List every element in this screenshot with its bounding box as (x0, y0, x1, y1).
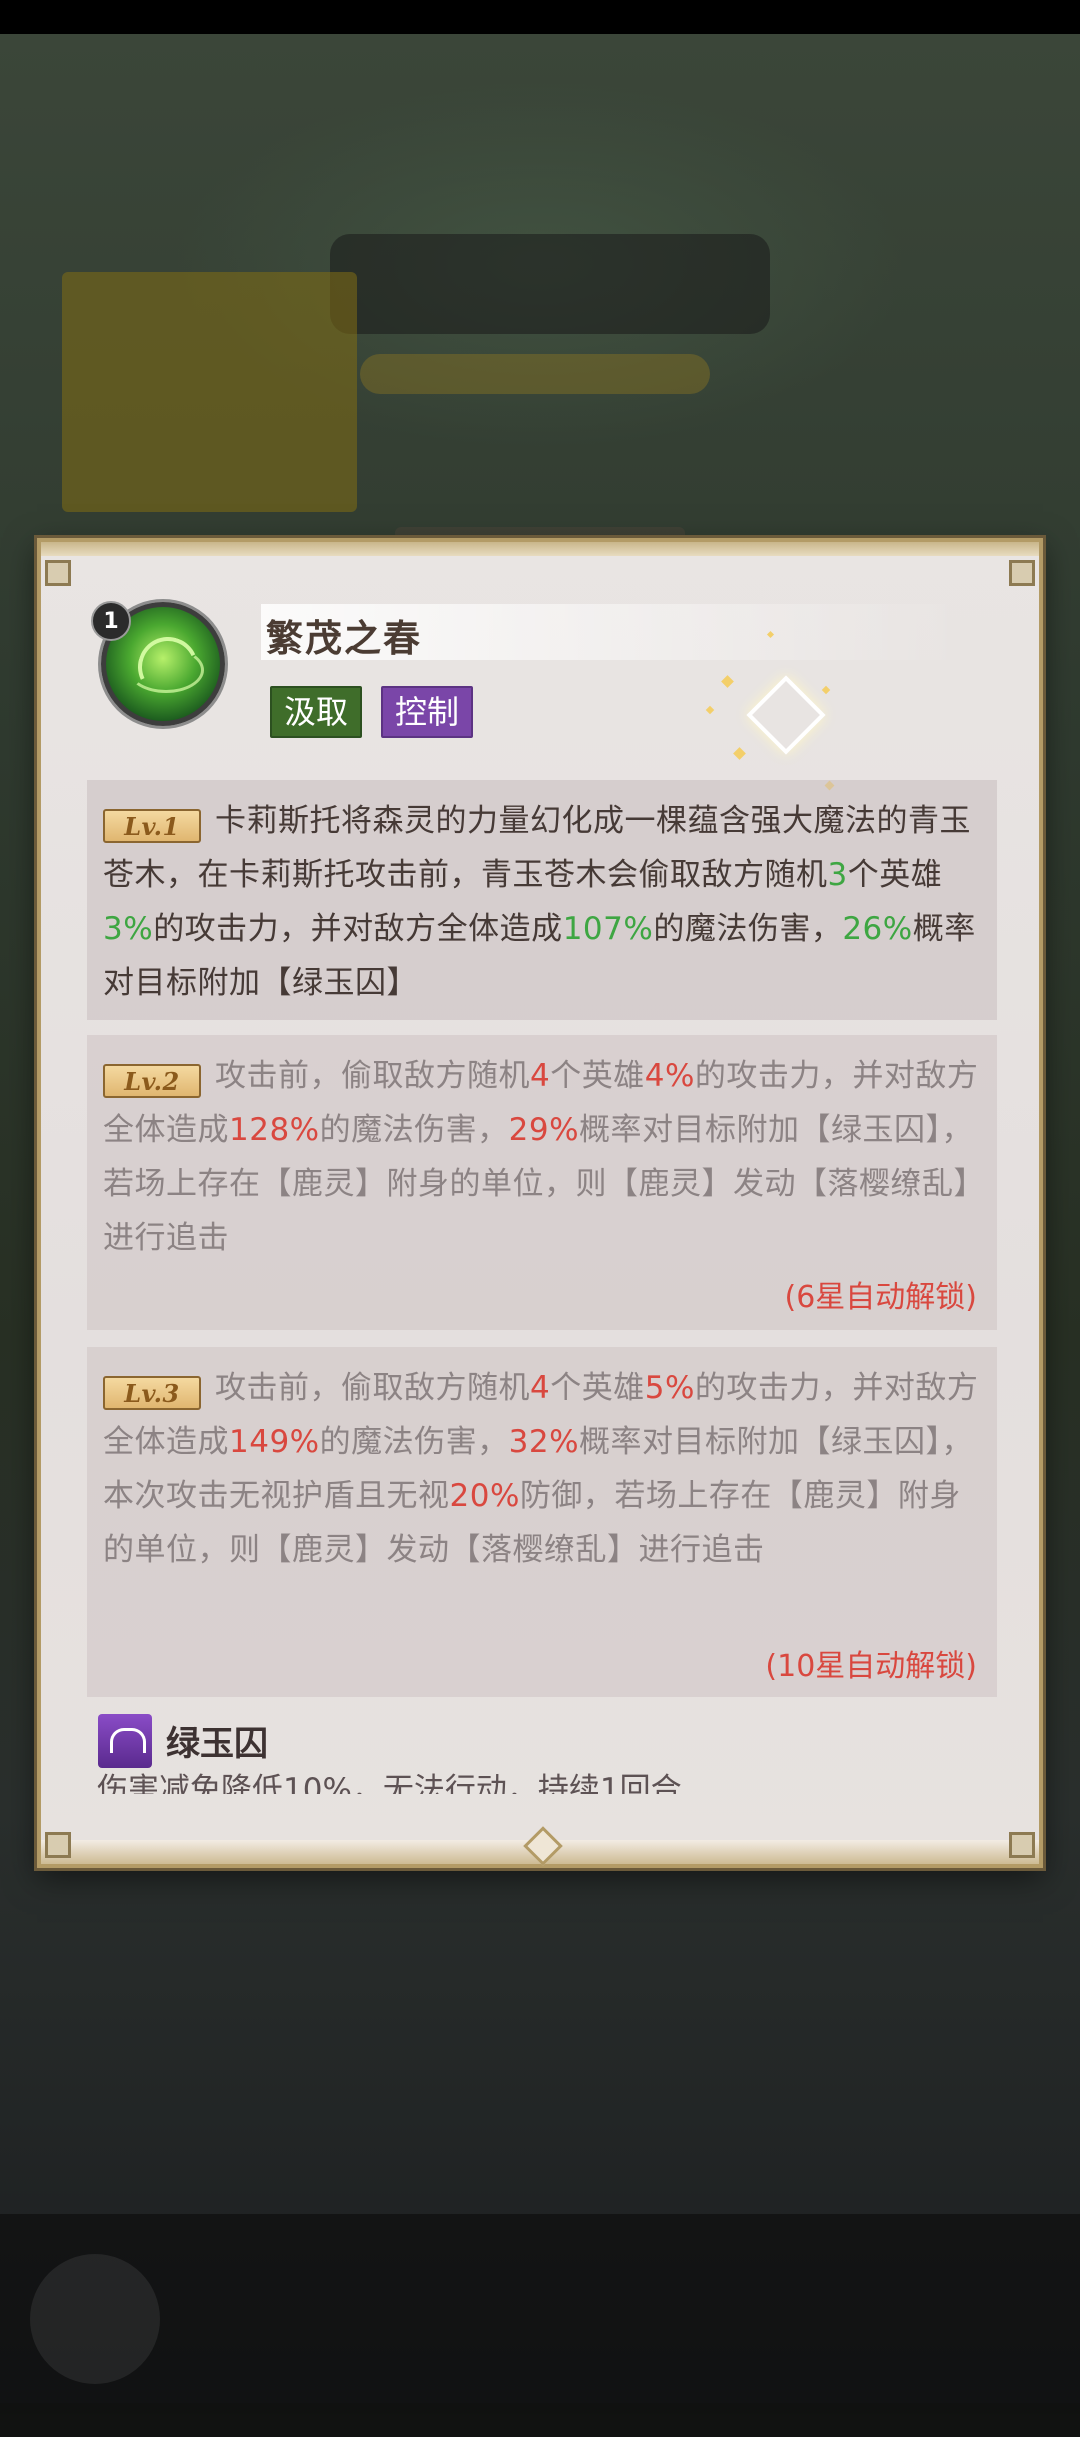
sparkle-diamond-icon (746, 675, 826, 755)
status-effect-name: 绿玉囚 (166, 1724, 268, 1764)
skill-title: 繁茂之春 (266, 617, 422, 660)
highlight-value: 26% (842, 911, 913, 947)
highlight-value: 29% (508, 1112, 580, 1148)
level-label: Lv.1 (103, 809, 201, 843)
corner-ornament (1009, 560, 1035, 586)
highlight-value: 20% (449, 1478, 520, 1514)
sparkle-icon (733, 747, 746, 760)
unlock-condition: (10星自动解锁) (765, 1649, 977, 1684)
top-status-bar (0, 0, 1080, 34)
highlight-value: 4% (644, 1058, 695, 1094)
tag-control: 控制 (381, 686, 474, 738)
skill-level-badge: 1 (91, 601, 131, 641)
background-button (62, 272, 357, 512)
level-1-description: Lv.1 卡莉斯托将森灵的力量幻化成一棵蕴含强大魔法的青玉苍木，在卡莉斯托攻击前，… (103, 794, 981, 1010)
unlock-condition: (6星自动解锁) (784, 1280, 978, 1315)
description-text: 个英雄 (550, 1058, 645, 1094)
skill-level-block-2: Lv.2 攻击前，偷取敌方随机4个英雄4%的攻击力，并对敌方全体造成128%的魔法… (87, 1035, 997, 1330)
description-text: 的攻击力，并对敌方全体造成 (153, 911, 563, 947)
description-text: 的魔法伤害， (319, 1424, 509, 1460)
level-2-description: Lv.2 攻击前，偷取敌方随机4个英雄4%的攻击力，并对敌方全体造成128%的魔法… (103, 1049, 981, 1265)
skill-detail-panel[interactable]: 1 繁茂之春 汲取 控制 Lv.1 卡莉斯托将森灵的力量幻化成一棵蕴含强大魔法的青… (37, 538, 1043, 1868)
highlight-value: 149% (229, 1424, 320, 1460)
background-bottom-bar (0, 2214, 1080, 2437)
level-label: Lv.3 (103, 1376, 201, 1410)
description-text: 攻击前，偷取敌方随机 (215, 1058, 530, 1094)
corner-ornament (45, 1832, 71, 1858)
background-avatar (30, 2254, 160, 2384)
background-banner (330, 234, 770, 334)
sparkle-icon (821, 685, 831, 695)
level-label: Lv.2 (103, 1064, 201, 1098)
jade-prison-icon (98, 1714, 152, 1768)
highlight-value: 32% (508, 1424, 580, 1460)
tag-drain: 汲取 (270, 686, 363, 738)
corner-ornament (1009, 1832, 1035, 1858)
panel-top-trim (41, 542, 1039, 556)
highlight-value: 4 (530, 1058, 551, 1094)
status-effect-description: 伤害减免降低10%，无法行动，持续1回合 (97, 1772, 682, 1794)
description-text: 个英雄 (550, 1370, 645, 1406)
highlight-value: 3 (827, 857, 848, 893)
level-3-description: Lv.3 攻击前，偷取敌方随机4个英雄5%的攻击力，并对敌方全体造成149%的魔法… (103, 1361, 981, 1577)
highlight-value: 4 (530, 1370, 551, 1406)
description-text: 的魔法伤害， (319, 1112, 509, 1148)
background-stars (360, 354, 710, 394)
description-text: 个英雄 (847, 857, 943, 893)
sparkle-icon (721, 675, 734, 688)
corner-ornament (45, 560, 71, 586)
sparkle-icon (705, 705, 715, 715)
highlight-value: 128% (229, 1112, 320, 1148)
description-text: 的魔法伤害， (653, 911, 843, 947)
skill-level-block-1: Lv.1 卡莉斯托将森灵的力量幻化成一棵蕴含强大魔法的青玉苍木，在卡莉斯托攻击前，… (87, 780, 997, 1020)
description-text: 攻击前，偷取敌方随机 (215, 1370, 530, 1406)
highlight-value: 5% (644, 1370, 695, 1406)
highlight-value: 107% (562, 911, 654, 947)
skill-level-block-3: Lv.3 攻击前，偷取敌方随机4个英雄5%的攻击力，并对敌方全体造成149%的魔法… (87, 1347, 997, 1697)
highlight-value: 3% (103, 911, 154, 947)
